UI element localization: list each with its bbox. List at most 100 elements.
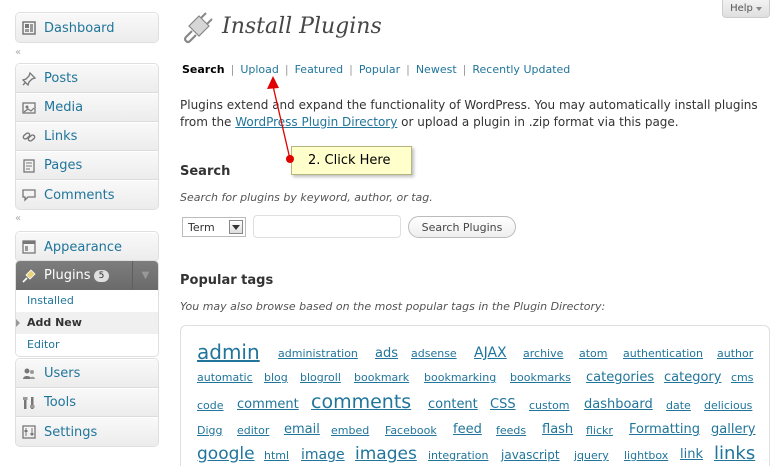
install-tabs: Search | Upload | Featured | Popular | Newest | Re…	[182, 63, 570, 76]
tag-link[interactable]: admin	[197, 342, 260, 362]
tag-link[interactable]: atom	[579, 348, 608, 359]
collapse-arrow-icon[interactable]: «	[15, 47, 21, 58]
tag-link[interactable]: archive	[523, 348, 563, 359]
help-tab[interactable]: Help	[722, 0, 770, 18]
tag-link[interactable]: comment	[237, 398, 299, 411]
sidebar-item-settings[interactable]: Settings	[16, 417, 158, 446]
tag-link[interactable]: CSS	[490, 398, 516, 411]
tag-link[interactable]: authentication	[623, 348, 703, 359]
tab-search[interactable]: Search	[182, 63, 225, 76]
sidebar-item-plugins[interactable]: Plugins 5 ▼	[16, 261, 158, 290]
users-icon	[21, 366, 37, 382]
dashboard-icon	[21, 20, 37, 36]
tab-featured[interactable]: Featured	[295, 63, 344, 76]
tag-link[interactable]: delicious	[704, 400, 752, 411]
tag-link[interactable]: links	[714, 445, 755, 463]
popular-tags-hint: You may also browse based on the most po…	[180, 300, 606, 313]
tag-link[interactable]: link	[680, 448, 703, 461]
submenu-item-editor[interactable]: Editor	[16, 334, 158, 356]
plugin-directory-link[interactable]: WordPress Plugin Directory	[235, 115, 397, 129]
sidebar-item-appearance[interactable]: Appearance	[16, 232, 158, 261]
tag-link[interactable]: adsense	[411, 348, 457, 359]
tag-link[interactable]: google	[197, 446, 255, 463]
sidebar-content-group: Posts Media Links Pages Comments	[15, 63, 159, 210]
sidebar-item-pages[interactable]: Pages	[16, 151, 158, 180]
tag-link[interactable]: editor	[237, 425, 269, 436]
tag-cloud: admin administration ads adsense AJAX ar…	[180, 325, 770, 466]
tag-link[interactable]: jquery	[574, 450, 609, 461]
search-type-value: Term	[188, 220, 215, 234]
tag-link[interactable]: email	[284, 423, 320, 436]
tab-upload[interactable]: Upload	[240, 63, 279, 76]
tag-link[interactable]: bookmarking	[424, 372, 496, 383]
tab-newest[interactable]: Newest	[416, 63, 457, 76]
tag-link[interactable]: html	[264, 450, 289, 461]
sidebar-item-label: Posts	[44, 71, 78, 86]
tag-link[interactable]: gallery	[711, 423, 755, 436]
submenu-toggle-icon[interactable]: ▼	[132, 261, 158, 290]
tag-link[interactable]: category	[664, 371, 721, 384]
tag-link[interactable]: AJAX	[474, 346, 507, 360]
tag-link[interactable]: flash	[542, 423, 573, 436]
tab-separator: |	[230, 63, 235, 76]
callout-label: 2. Click Here	[308, 153, 391, 168]
plugin-count-badge: 5	[93, 269, 110, 282]
page-title: Install Plugins	[222, 14, 382, 39]
tab-popular[interactable]: Popular	[359, 63, 400, 76]
tag-link[interactable]: feed	[453, 423, 482, 436]
tag-link[interactable]: bookmark	[354, 372, 409, 383]
tag-link[interactable]: images	[355, 446, 417, 463]
plugin-page-icon	[183, 12, 213, 44]
tag-link[interactable]: custom	[529, 400, 570, 411]
tag-link[interactable]: Facebook	[385, 425, 437, 436]
tab-separator: |	[406, 63, 410, 76]
tag-link[interactable]: feeds	[496, 425, 526, 436]
tag-link[interactable]: javascript	[501, 449, 560, 461]
sidebar-item-label: Tools	[44, 395, 77, 410]
tab-separator: |	[284, 63, 289, 76]
submenu-item-add-new[interactable]: Add New	[16, 312, 158, 334]
tag-link[interactable]: bookmarks	[510, 372, 571, 383]
sidebar-item-label: Users	[44, 366, 81, 381]
appearance-icon	[21, 239, 37, 255]
tag-link[interactable]: author	[717, 348, 753, 359]
tag-link[interactable]: Digg	[197, 425, 223, 436]
tag-link[interactable]: cms	[731, 372, 754, 383]
sidebar-item-comments[interactable]: Comments	[16, 180, 158, 209]
sidebar-item-label: Settings	[44, 424, 98, 440]
search-type-select[interactable]: Term	[182, 217, 246, 237]
search-input[interactable]	[253, 215, 401, 238]
sidebar-item-users[interactable]: Users	[16, 359, 158, 388]
page-icon	[21, 158, 37, 174]
chevron-down-icon	[229, 220, 243, 234]
sidebar-item-dashboard[interactable]: Dashboard	[16, 13, 158, 42]
tag-link[interactable]: Formatting	[629, 423, 700, 436]
tab-separator: |	[349, 63, 353, 76]
tag-link[interactable]: code	[197, 400, 224, 411]
tag-link[interactable]: administration	[278, 348, 358, 359]
collapse-arrow-icon[interactable]: «	[15, 213, 21, 224]
search-plugins-button[interactable]: Search Plugins	[408, 216, 516, 238]
sidebar-item-tools[interactable]: Tools	[16, 388, 158, 417]
tag-link[interactable]: categories	[586, 371, 654, 384]
sidebar-item-posts[interactable]: Posts	[16, 64, 158, 93]
tag-link[interactable]: embed	[331, 425, 369, 436]
tag-link[interactable]: lightbox	[624, 450, 668, 461]
link-icon	[21, 129, 37, 145]
submenu-item-installed[interactable]: Installed	[16, 290, 158, 312]
tag-link[interactable]: comments	[311, 393, 411, 412]
tag-link[interactable]: date	[666, 400, 691, 411]
sidebar-item-media[interactable]: Media	[16, 93, 158, 122]
settings-icon	[21, 424, 37, 440]
tag-link[interactable]: blogroll	[300, 372, 341, 383]
tag-link[interactable]: integration	[428, 450, 488, 461]
tag-link[interactable]: content	[428, 398, 478, 411]
sidebar-item-links[interactable]: Links	[16, 122, 158, 151]
tag-link[interactable]: flickr	[586, 425, 613, 436]
tag-link[interactable]: ads	[375, 347, 398, 360]
tag-link[interactable]: automatic	[197, 372, 253, 383]
tag-link[interactable]: dashboard	[584, 398, 653, 411]
tag-link[interactable]: blog	[264, 372, 288, 383]
tag-link[interactable]: image	[301, 448, 345, 462]
tab-recently-updated[interactable]: Recently Updated	[472, 63, 570, 76]
